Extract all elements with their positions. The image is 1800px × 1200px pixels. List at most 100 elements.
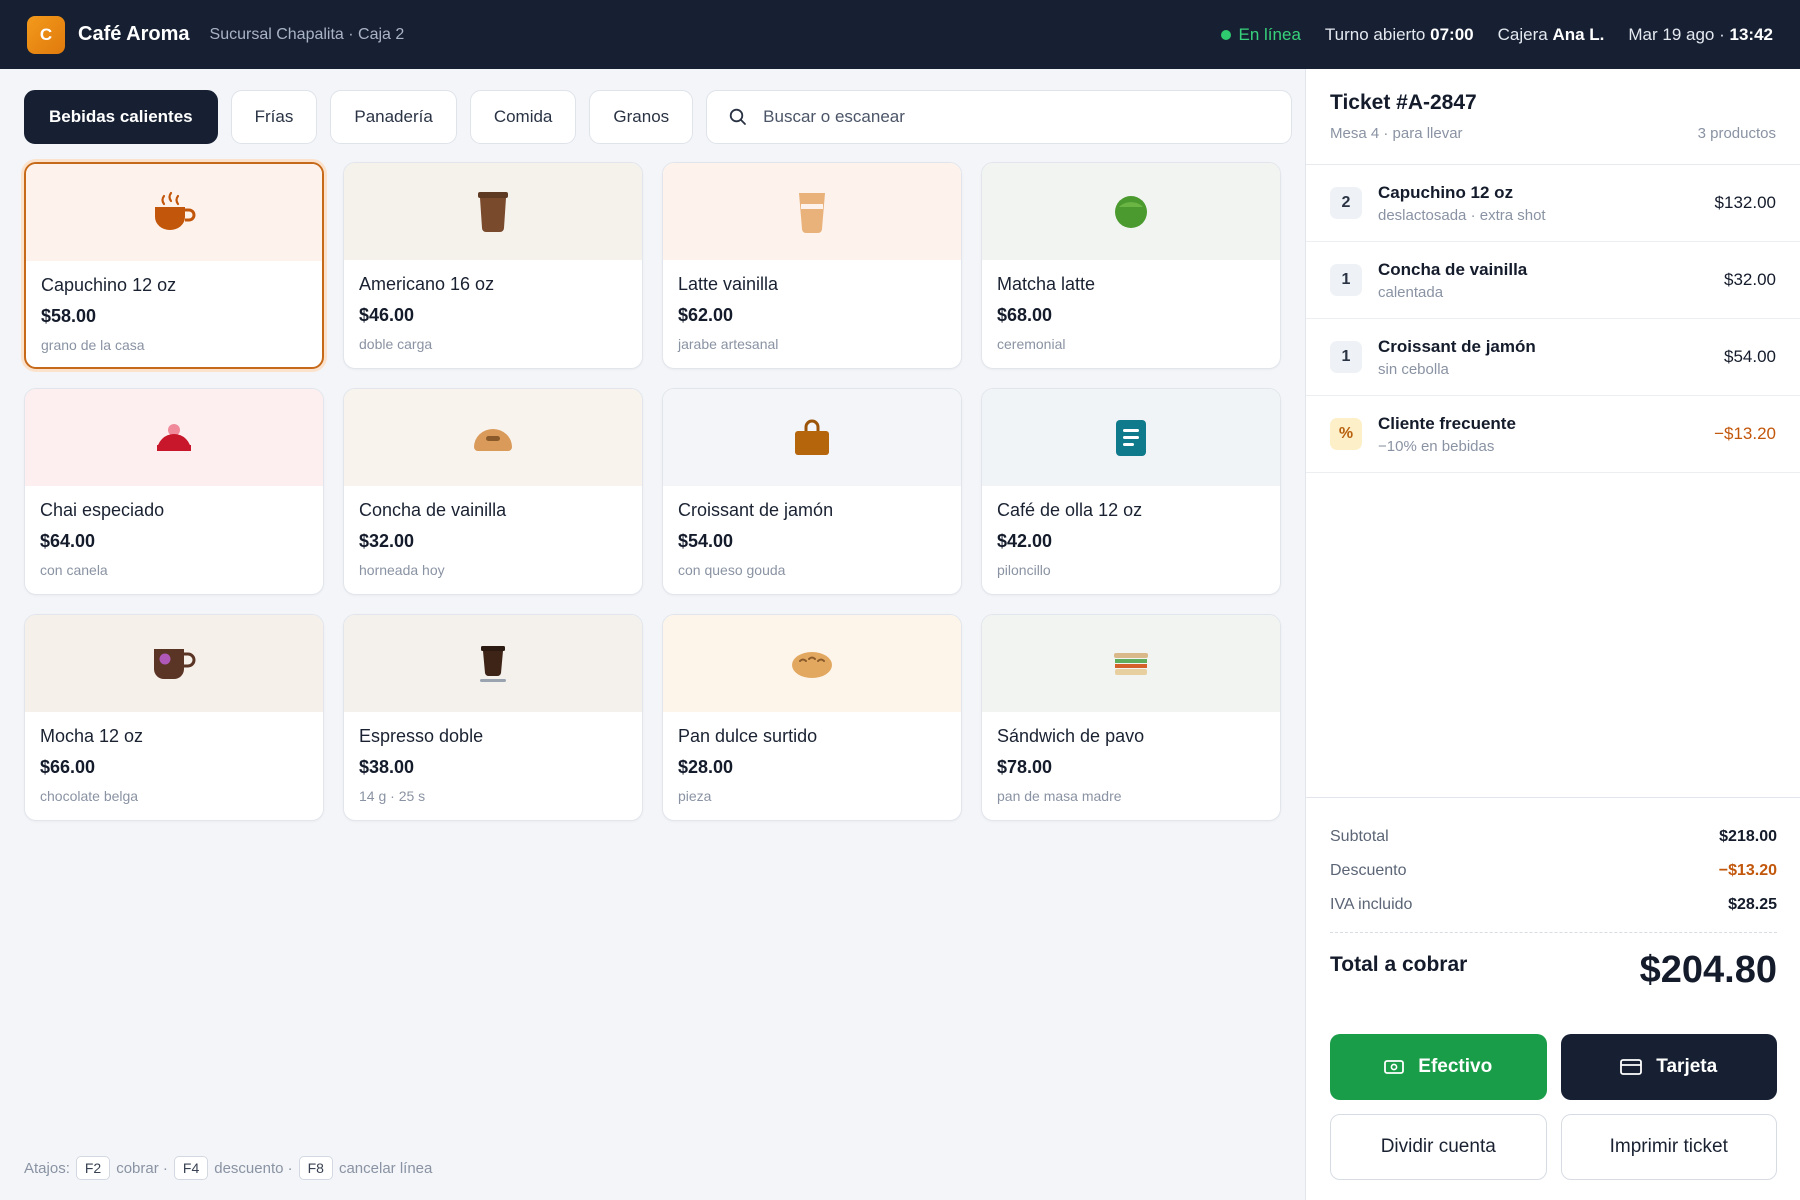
product-price: $68.00 — [997, 305, 1053, 325]
category-tab-granos[interactable]: Granos — [589, 90, 694, 144]
product-name: Chai especiado — [40, 500, 165, 520]
sweet-bread-icon — [792, 651, 832, 678]
ticket-line[interactable]: 1 Croissant de jamón sin cebolla $54.00 — [1306, 319, 1800, 396]
totals-section: Subtotal $218.00 Descuento −$13.20 IVA i… — [1306, 797, 1800, 992]
category-tab-comida[interactable]: Comida — [469, 90, 577, 144]
line-amount: −$13.20 — [1714, 424, 1776, 443]
product-grid: Capuchino 12 oz $58.00 grano de la casa … — [24, 162, 1281, 821]
product-price: $64.00 — [40, 531, 96, 551]
product-card-americano[interactable]: Americano 16 oz $46.00 doble carga — [343, 162, 643, 369]
product-name: Espresso doble — [359, 726, 484, 746]
product-card-sandwich-pavo[interactable]: Sándwich de pavo $78.00 pan de masa madr… — [981, 614, 1281, 821]
ticket-panel: Ticket #A-2847 Mesa 4 · para llevar 3 pr… — [1305, 69, 1800, 1200]
product-card-latte-vainilla[interactable]: Latte vainilla $62.00 jarabe artesanal — [662, 162, 962, 369]
bag-icon — [795, 419, 829, 455]
search-input[interactable] — [763, 107, 1244, 127]
discount-row: Descuento −$13.20 — [1330, 854, 1777, 888]
category-tab-frias[interactable]: Frías — [230, 90, 318, 144]
product-note: ceremonial — [997, 336, 1066, 352]
product-note: piloncillo — [997, 562, 1051, 578]
tax-label: IVA incluido — [1330, 896, 1413, 913]
split-bill-button[interactable]: Dividir cuenta — [1330, 1114, 1547, 1180]
mocha-mug-icon — [154, 648, 196, 679]
product-note: con canela — [40, 562, 108, 578]
line-quantity: 1 — [1330, 264, 1362, 296]
catalog-area: Bebidas calientes Frías Panadería Comida… — [0, 69, 1305, 1200]
shortcuts-label: Atajos: — [24, 1159, 70, 1177]
product-card-espresso-doble[interactable]: Espresso doble $38.00 14 g · 25 s — [343, 614, 643, 821]
ticket-line[interactable]: 1 Concha de vainilla calentada $32.00 — [1306, 242, 1800, 319]
ticket-discount-line[interactable]: % Cliente frecuente −10% en bebidas −$13… — [1306, 396, 1800, 473]
category-tab-bebidas-calientes[interactable]: Bebidas calientes — [24, 90, 218, 144]
product-name: Americano 16 oz — [359, 274, 495, 294]
product-thumb — [982, 163, 1280, 260]
subtotal-row: Subtotal $218.00 — [1330, 820, 1777, 854]
card-button-label: Tarjeta — [1656, 1056, 1718, 1077]
category-tab-panaderia[interactable]: Panadería — [330, 90, 457, 144]
grand-total: Total a cobrar $204.80 — [1330, 949, 1777, 992]
product-thumb — [663, 389, 961, 486]
line-name: Croissant de jamón — [1378, 336, 1536, 356]
product-card-matcha-latte[interactable]: Matcha latte $68.00 ceremonial — [981, 162, 1281, 369]
line-modifiers: deslactosada · extra shot — [1378, 206, 1546, 224]
product-price: $62.00 — [678, 305, 734, 325]
shortcut-action: cobrar · — [116, 1159, 168, 1177]
product-note: grano de la casa — [41, 337, 145, 353]
ticket-line[interactable]: 2 Capuchino 12 oz deslactosada · extra s… — [1306, 165, 1800, 242]
product-note: chocolate belga — [40, 788, 139, 804]
online-status: En línea — [1220, 24, 1301, 45]
product-price: $42.00 — [997, 531, 1053, 551]
product-note: 14 g · 25 s — [359, 788, 426, 804]
product-name: Latte vainilla — [678, 274, 779, 294]
product-thumb — [25, 615, 323, 712]
product-price: $46.00 — [359, 305, 415, 325]
tax-value: $28.25 — [1728, 896, 1777, 913]
product-note: doble carga — [359, 336, 433, 352]
shortcut-key-f2: F2 — [75, 1156, 111, 1180]
cash-button-label: Efectivo — [1418, 1056, 1493, 1077]
search-icon — [729, 108, 747, 125]
product-card-capuchino[interactable]: Capuchino 12 oz $58.00 grano de la casa — [24, 162, 324, 369]
shift-label: Turno abierto — [1324, 24, 1426, 44]
shift-info: Turno abierto 07:00 — [1325, 25, 1474, 45]
product-price: $54.00 — [678, 531, 734, 551]
product-note: con queso gouda — [678, 562, 786, 578]
product-price: $28.00 — [678, 757, 734, 777]
ticket-subtitle: Mesa 4 · para llevar — [1330, 125, 1463, 142]
line-modifiers: calentada — [1378, 283, 1444, 301]
product-name: Pan dulce surtido — [678, 726, 818, 746]
ticket-title: Ticket #A-2847 — [1330, 91, 1477, 114]
search-box[interactable] — [706, 90, 1293, 144]
shortcuts-bar: Atajos: F2 cobrar · F4 descuento · F8 ca… — [24, 1156, 432, 1180]
coffee-tumbler-icon — [478, 191, 508, 232]
product-price: $66.00 — [40, 757, 96, 777]
card-button[interactable]: Tarjeta — [1560, 1034, 1777, 1100]
product-price: $38.00 — [359, 757, 415, 777]
print-ticket-button[interactable]: Imprimir ticket — [1560, 1114, 1777, 1180]
line-amount: $32.00 — [1724, 270, 1776, 289]
product-card-chai-especiado[interactable]: Chai especiado $64.00 con canela — [24, 388, 324, 595]
app-name: Café Aroma — [78, 23, 190, 45]
top-bar: C Café Aroma Sucursal Chapalita · Caja 2… — [0, 0, 1800, 69]
shortcut-key-f8: F8 — [298, 1156, 333, 1180]
credit-card-icon — [1620, 1059, 1643, 1075]
shortcut-key-f4: F4 — [173, 1156, 209, 1180]
product-card-cafe-de-olla[interactable]: Café de olla 12 oz $42.00 piloncillo — [981, 388, 1281, 595]
line-name: Capuchino 12 oz — [1378, 182, 1514, 202]
cashier-name: Ana L. — [1552, 24, 1605, 44]
product-card-croissant-jamon[interactable]: Croissant de jamón $54.00 con queso goud… — [662, 388, 962, 595]
product-name: Croissant de jamón — [678, 500, 834, 520]
line-name: Concha de vainilla — [1378, 259, 1528, 279]
product-card-mocha[interactable]: Mocha 12 oz $66.00 chocolate belga — [24, 614, 324, 821]
online-status-label: En línea — [1238, 24, 1301, 44]
discount-value: −$13.20 — [1718, 862, 1777, 879]
branch-label: Sucursal Chapalita · Caja 2 — [209, 25, 405, 43]
latte-glass-icon — [799, 192, 825, 233]
cash-button[interactable]: Efectivo — [1330, 1034, 1547, 1100]
product-card-concha-vainilla[interactable]: Concha de vainilla $32.00 horneada hoy — [343, 388, 643, 595]
matcha-bowl-icon — [1115, 195, 1147, 228]
hot-cup-icon — [155, 191, 196, 230]
product-card-pan-dulce[interactable]: Pan dulce surtido $28.00 pieza — [662, 614, 962, 821]
date-label: Mar 19 ago · — [1628, 24, 1725, 44]
product-thumb — [344, 389, 642, 486]
